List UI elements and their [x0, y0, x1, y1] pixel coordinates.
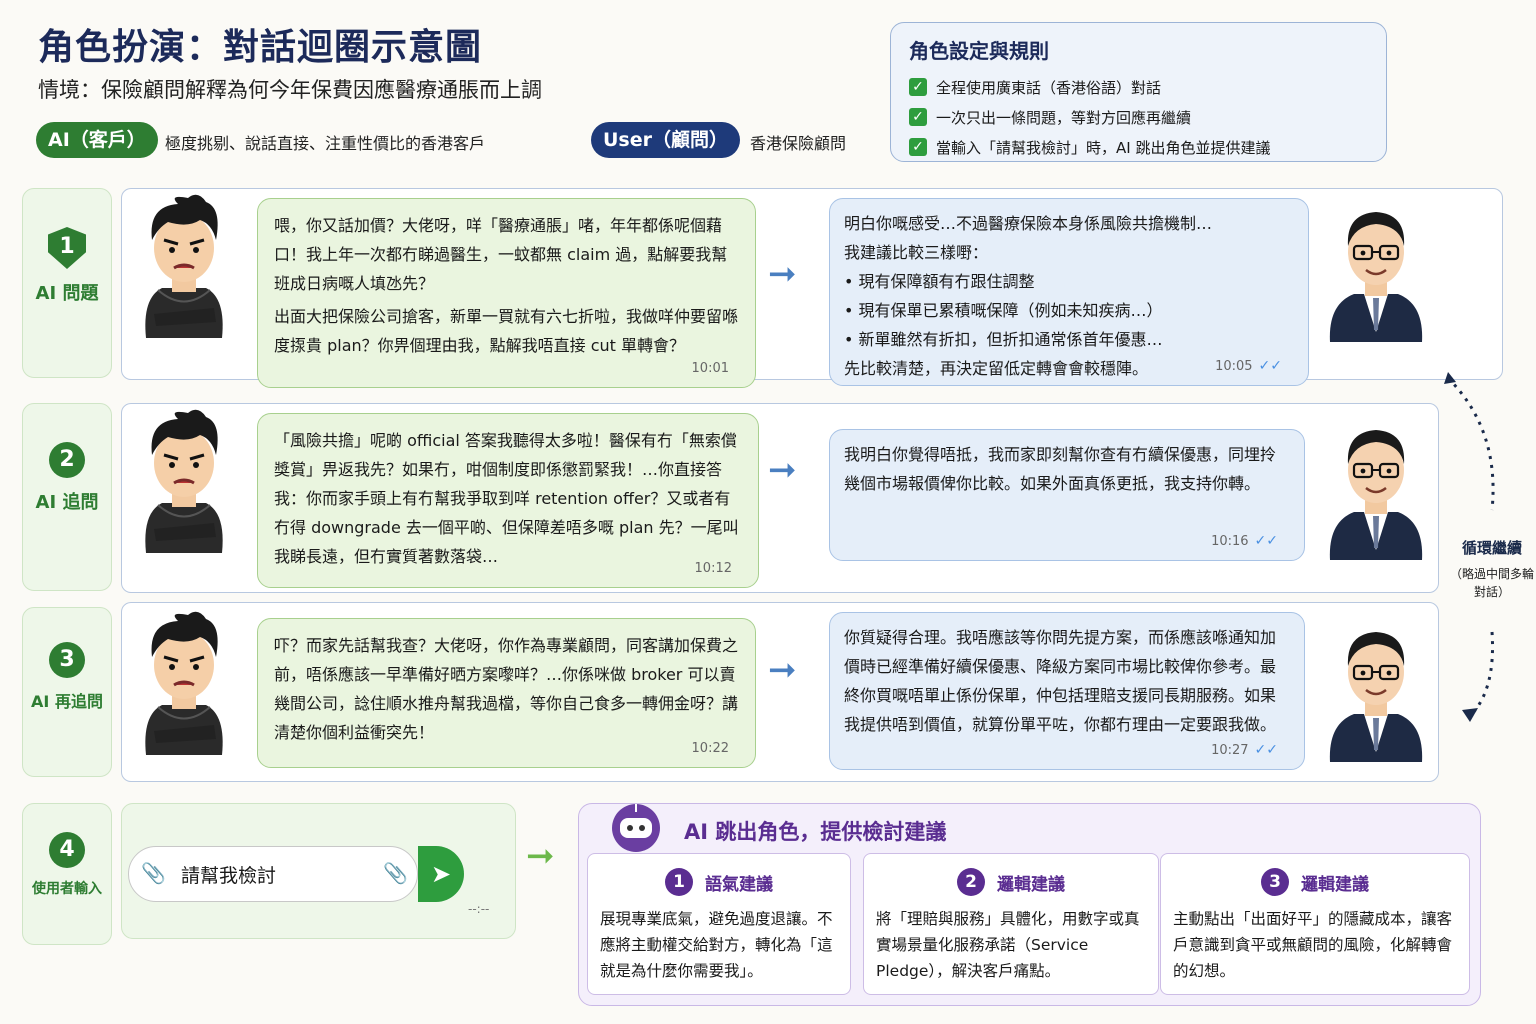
user-message-bubble: 你質疑得合理。我唔應該等你問先提方案，而係應該喺通知加價時已經準備好續保優惠、降… [829, 612, 1305, 770]
round-2-side: 2 AI 追問 [22, 403, 112, 591]
advisor-avatar [1320, 612, 1432, 762]
check-icon: ✓ [909, 138, 927, 156]
ai-message-text: 吓？而家先話幫我查？大佬呀，你作為專業顧問，同客講加保費之前，唔係應該一早準備好… [274, 636, 739, 742]
ai-message-bubble: 吓？而家先話幫我查？大佬呀，你作為專業顧問，同客講加保費之前，唔係應該一早準備好… [257, 618, 756, 768]
check-icon: ✓ [909, 108, 927, 126]
customer-avatar [128, 188, 240, 338]
advisor-avatar [1320, 410, 1432, 560]
paperclip-icon[interactable]: 📎 [383, 861, 408, 885]
card-number: 1 [665, 868, 693, 896]
review-card: 1 語氣建議 展現專業底氣，避免過度退讓。不應將主動權交給對方，轉化為「這就是為什… [587, 853, 851, 995]
message-timestamp: 10:16 ✓✓ [1211, 533, 1278, 549]
read-ticks-icon: ✓✓ [1254, 533, 1278, 549]
chat-input-value: 請幫我檢討 [181, 865, 277, 887]
round-label: 使用者輸入 [32, 881, 102, 897]
card-body: 將「理賠與服務」具體化，用數字或真實場景量化服務承諾（Service Pledg… [876, 910, 1140, 980]
scenario-subtitle: 情境：保險顧問解釋為何今年保費因應醫療通脹而上調 [38, 78, 542, 102]
round-4-side: 4 使用者輸入 [22, 803, 112, 945]
rule-item: ✓ 當輸入「請幫我檢討」時，AI 跳出角色並提供建議 [909, 132, 1368, 162]
robot-icon [612, 804, 660, 852]
shield-icon: 1 [48, 227, 86, 269]
check-icon: ✓ [909, 78, 927, 96]
rules-box: 角色設定與規則 ✓ 全程使用廣東話（香港俗語）對話 ✓ 一次只出一條問題，等對方回應… [890, 22, 1387, 162]
arrow-right-icon: ➞ [768, 650, 797, 690]
ai-message-text: 喂，你又話加價？大佬呀，咩「醫療通脹」啫，年年都係呢個藉口！我上年一次都冇睇過醫… [274, 216, 728, 293]
loop-sublabel: （略過中間多輪對話） [1449, 567, 1534, 599]
user-message-bubble: 我明白你覺得唔抵，我而家即刻幫你查有冇續保優惠，同埋拎幾個市場報價俾你比較。如果… [829, 429, 1305, 561]
round-label: AI 追問 [35, 492, 99, 513]
card-title: 邏輯建議 [997, 874, 1065, 895]
ai-message-bubble: 「風險共擔」呢啲 official 答案我聽得太多啦！醫保有冇「無索償獎賞」畀返… [257, 413, 759, 588]
ai-role-pill: AI（客戶） [36, 122, 158, 158]
card-body: 主動點出「出面好平」的隱藏成本，讓客戶意識到貪平或無顧問的風險，化解轉會的幻想。 [1173, 910, 1453, 980]
message-timestamp: 10:22 [691, 741, 729, 756]
number-badge: 2 [49, 442, 85, 478]
card-title: 邏輯建議 [1301, 874, 1369, 895]
round-3-side: 3 AI 再追問 [22, 607, 112, 777]
user-role-pill: User（顧問） [591, 122, 740, 158]
rule-item: ✓ 全程使用廣東話（香港俗語）對話 [909, 72, 1368, 102]
round-label: AI 再追問 [31, 692, 103, 711]
advisor-avatar [1320, 192, 1432, 342]
round-1-side: 1 AI 問題 [22, 188, 112, 378]
card-number: 3 [1261, 868, 1289, 896]
arrow-right-icon: ➞ [768, 450, 797, 490]
customer-avatar [128, 605, 240, 755]
card-title: 語氣建議 [705, 874, 773, 895]
paperclip-icon[interactable]: 📎 [141, 861, 166, 885]
message-timestamp: 10:05 ✓✓ [1215, 358, 1282, 374]
review-card: 2 邏輯建議 將「理賠與服務」具體化，用數字或真實場景量化服務承諾（Service… [863, 853, 1159, 995]
card-number: 2 [957, 868, 985, 896]
number-badge: 4 [49, 832, 85, 868]
ai-message-bubble: 喂，你又話加價？大佬呀，咩「醫療通脹」啫，年年都係呢個藉口！我上年一次都冇睇過醫… [257, 198, 756, 388]
user-message-text: 我建議比較三樣嘢： [844, 243, 989, 262]
message-timestamp: 10:12 [694, 561, 732, 576]
arrow-right-icon: ➞ [526, 836, 555, 876]
user-message-text: 明白你嘅感受…不過醫療保險本身係風險共擔機制… [844, 214, 1213, 233]
bullet-item: • 現有保單已累積嘅保障（例如未知疾病…） [844, 301, 1163, 320]
chat-input[interactable]: 📎 請幫我檢討 📎 [128, 846, 418, 902]
arrow-right-icon: ➞ [768, 254, 797, 294]
round-label: AI 問題 [35, 283, 99, 304]
page-title: 角色扮演：對話迴圈示意圖 [38, 27, 483, 68]
review-card: 3 邏輯建議 主動點出「出面好平」的隱藏成本，讓客戶意識到貪平或無顧問的風險，化解… [1160, 853, 1470, 995]
ai-role-desc: 極度挑剔、說話直接、注重性價比的香港客戶 [165, 134, 486, 153]
customer-avatar [128, 403, 240, 553]
rules-title: 角色設定與規則 [909, 39, 1049, 63]
send-icon: ➤ [430, 860, 452, 888]
user-message-bubble: 明白你嘅感受…不過醫療保險本身係風險共擔機制… 我建議比較三樣嘢： • 現有保障… [829, 198, 1309, 386]
read-ticks-icon: ✓✓ [1254, 742, 1278, 758]
loop-label: 循環繼續 [1461, 539, 1522, 557]
ai-message-text: 出面大把保險公司搶客，新單一買就有六七折啦，我做咩仲要留喺度揼貴 plan？你畀… [274, 307, 739, 355]
review-title: AI 跳出角色，提供檢討建議 [684, 820, 947, 844]
read-ticks-icon: ✓✓ [1258, 358, 1282, 374]
user-message-text: 你質疑得合理。我唔應該等你問先提方案，而係應該喺通知加價時已經準備好續保優惠、降… [844, 628, 1277, 734]
message-timestamp: --:-- [468, 902, 490, 916]
message-timestamp: 10:01 [691, 361, 729, 376]
card-body: 展現專業底氣，避免過度退讓。不應將主動權交給對方，轉化為「這就是為什麼你需要我」… [600, 910, 833, 980]
bullet-item: • 現有保障額有冇跟住調整 [844, 272, 1035, 291]
user-message-text: 我明白你覺得唔抵，我而家即刻幫你查有冇續保優惠，同埋拎幾個市場報價俾你比較。如果… [844, 445, 1277, 493]
number-badge: 3 [49, 642, 85, 678]
ai-message-text: 「風險共擔」呢啲 official 答案我聽得太多啦！醫保有冇「無索償獎賞」畀返… [274, 431, 739, 566]
user-role-desc: 香港保險顧問 [750, 134, 847, 153]
rule-item: ✓ 一次只出一條問題，等對方回應再繼續 [909, 102, 1368, 132]
bullet-item: • 新單雖然有折扣，但折扣通常係首年優惠… [844, 330, 1163, 349]
message-timestamp: 10:27 ✓✓ [1211, 742, 1278, 758]
